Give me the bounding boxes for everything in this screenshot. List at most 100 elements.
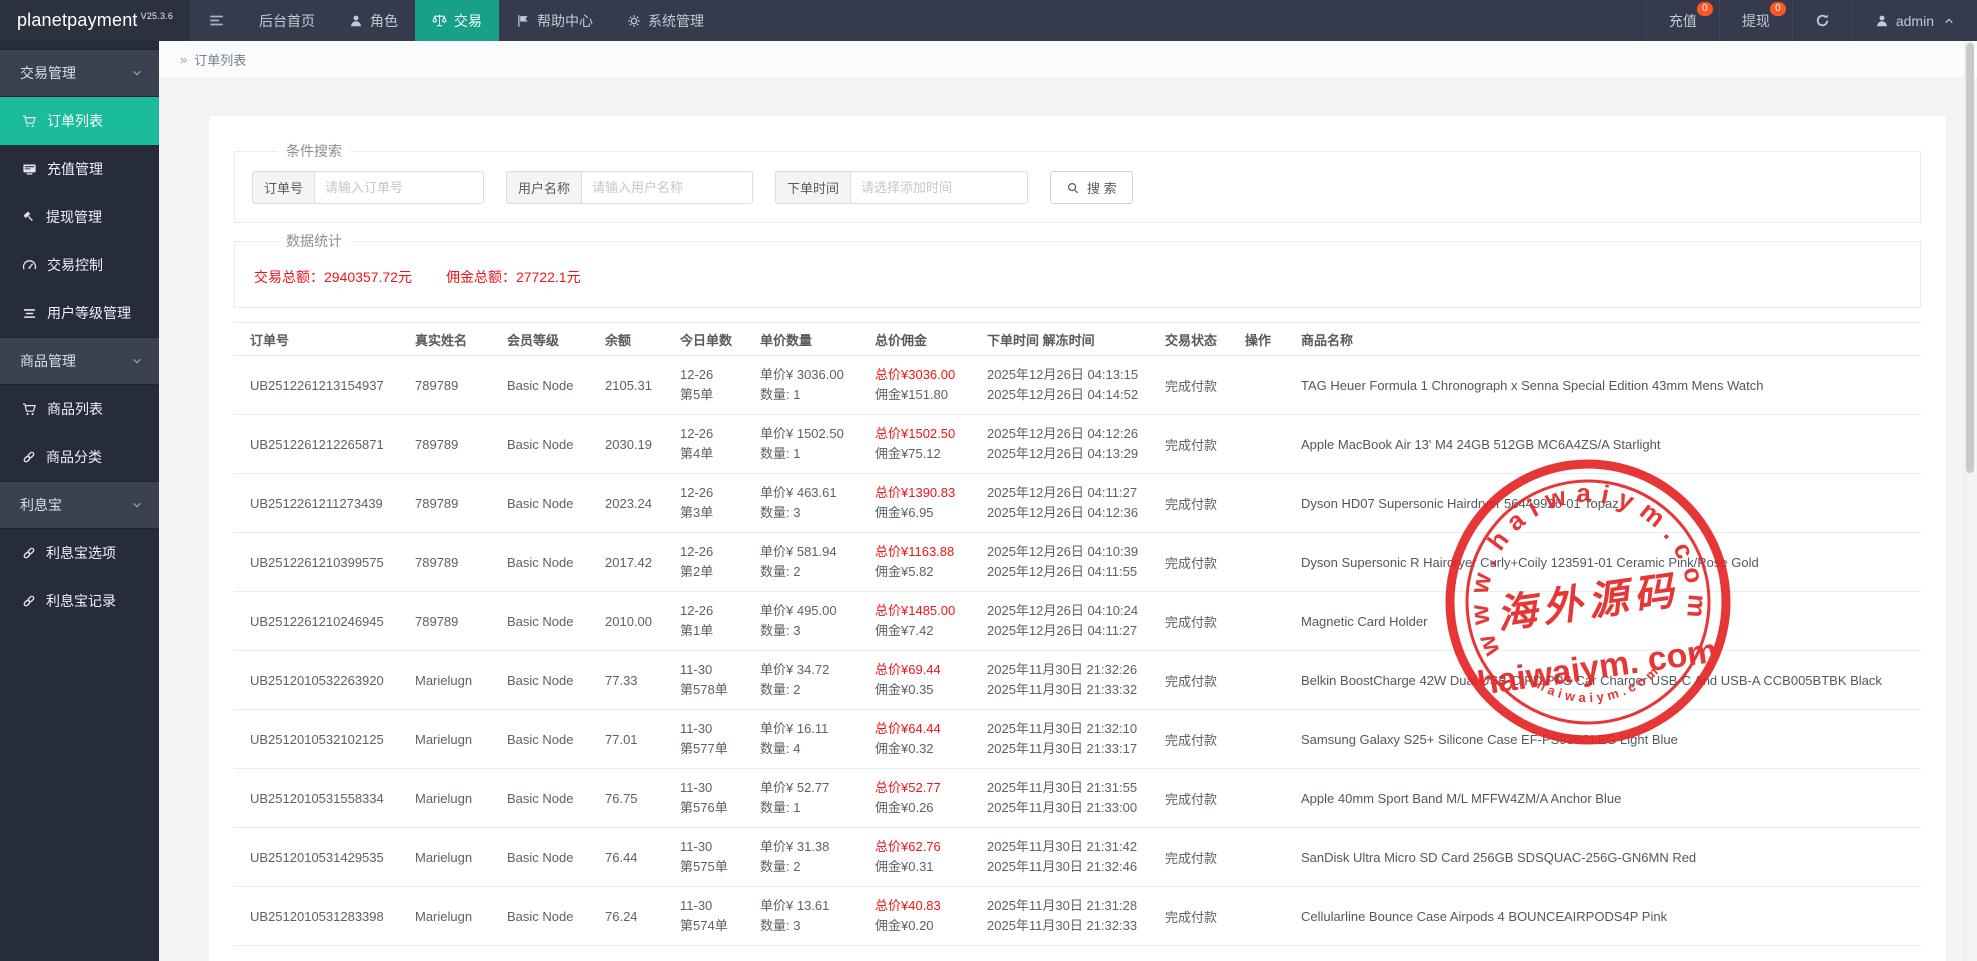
cell-order-no: UB2512261210246945 <box>234 614 415 629</box>
nav-menu: 后台首页 角色 交易 帮助中心 系统管理 <box>242 0 721 41</box>
search-button-label: 搜 索 <box>1087 178 1117 197</box>
sidebar-item[interactable]: 订单列表 <box>0 97 159 145</box>
link-icon <box>22 546 36 560</box>
order-no-input[interactable] <box>314 171 484 204</box>
cell-order-no: UB2512010532263920 <box>234 673 415 688</box>
column-header: 操作 <box>1245 330 1301 349</box>
sidebar-item-label: 商品分类 <box>46 447 102 467</box>
user-name: admin <box>1896 13 1934 29</box>
cell-price-qty: 单价¥ 3036.00 数量: 1 <box>760 365 875 405</box>
page-title: 订单列表 <box>194 50 246 69</box>
sidebar-item-label: 充值管理 <box>47 159 103 179</box>
sidebar-item[interactable]: 商品分类 <box>0 433 159 481</box>
cell-day-count: 12-26 第3单 <box>680 483 760 523</box>
search-button[interactable]: 搜 索 <box>1050 171 1133 204</box>
main-content: » 订单列表 条件搜索 订单号 用户名称 下单时间 <box>159 41 1977 961</box>
cell-real-name: Marielugn <box>415 850 507 865</box>
cell-status: 完成付款 <box>1165 435 1245 454</box>
sidebar-item[interactable]: 利息宝记录 <box>0 577 159 625</box>
cell-price-qty: 单价¥ 13.61 数量: 3 <box>760 896 875 936</box>
cell-total-commission: 总价¥1163.88 佣金¥5.82 <box>875 542 987 582</box>
cell-status: 完成付款 <box>1165 376 1245 395</box>
cell-balance: 2030.19 <box>605 437 680 452</box>
cell-real-name: Marielugn <box>415 732 507 747</box>
cell-times: 2025年11月30日 21:31:42 2025年11月30日 21:32:4… <box>987 837 1165 877</box>
sidebar-section-trade[interactable]: 交易管理 <box>0 49 159 97</box>
scrollbar-thumb[interactable] <box>1966 43 1974 473</box>
sidebar-item-label: 商品列表 <box>47 399 103 419</box>
column-header: 真实姓名 <box>415 330 507 349</box>
cell-times: 2025年11月30日 21:31:55 2025年11月30日 21:33:0… <box>987 778 1165 818</box>
cell-real-name: Marielugn <box>415 673 507 688</box>
cell-price-qty: 单价¥ 495.00 数量: 3 <box>760 601 875 641</box>
nav-item[interactable]: 交易 <box>415 0 499 41</box>
brand-version: V25.3.6 <box>141 11 173 21</box>
cell-product: Dyson HD07 Supersonic Hairdryer 56449926… <box>1301 496 1921 511</box>
sidebar-item[interactable]: 商品列表 <box>0 385 159 433</box>
cell-balance: 76.75 <box>605 791 680 806</box>
gear-icon <box>627 14 641 28</box>
column-header: 下单时间 解冻时间 <box>987 330 1165 349</box>
sidebar-item-label: 订单列表 <box>47 111 103 131</box>
cell-level: Basic Node <box>507 850 605 865</box>
withdraw-button[interactable]: 提现 0 <box>1719 0 1792 41</box>
sidebar-item[interactable]: 利息宝选项 <box>0 529 159 577</box>
cell-real-name: 789789 <box>415 378 507 393</box>
cart-icon <box>22 402 37 417</box>
sidebar-item-label: 利息宝记录 <box>46 591 116 611</box>
cell-status: 完成付款 <box>1165 671 1245 690</box>
table-row: UB2512010531558334 Marielugn Basic Node … <box>234 769 1921 828</box>
sidebar-section-interest[interactable]: 利息宝 <box>0 481 159 529</box>
orders-table: 订单号 真实姓名 会员等级 余额 今日单数 单价数量 总价佣金 下单时间 解冻时… <box>234 322 1921 961</box>
cell-status: 完成付款 <box>1165 730 1245 749</box>
recharge-button[interactable]: 充值 0 <box>1646 0 1719 41</box>
sidebar-item[interactable]: 提现管理 <box>0 193 159 241</box>
cell-total-commission: 总价¥1390.83 佣金¥6.95 <box>875 483 987 523</box>
cell-day-count: 11-30 第575单 <box>680 837 760 877</box>
sidebar-toggle-button[interactable] <box>190 0 242 41</box>
search-panel: 条件搜索 订单号 用户名称 下单时间 搜 索 <box>234 141 1921 223</box>
order-time-input[interactable] <box>850 171 1028 204</box>
cell-total-commission: 总价¥1502.50 佣金¥75.12 <box>875 424 987 464</box>
cell-price-qty: 单价¥ 34.72 数量: 2 <box>760 660 875 700</box>
sidebar-items-trade: 订单列表 充值管理 提现管理 交易控制 用户等级管理 <box>0 97 159 337</box>
cell-price-qty: 单价¥ 581.94 数量: 2 <box>760 542 875 582</box>
search-icon <box>1066 181 1080 195</box>
sidebar-item-label: 交易控制 <box>47 255 103 275</box>
stats-legend: 数据统计 <box>278 231 350 251</box>
cell-day-count: 12-26 第2单 <box>680 542 760 582</box>
cell-times: 2025年12月26日 04:12:26 2025年12月26日 04:13:2… <box>987 424 1165 464</box>
cell-price-qty: 单价¥ 1502.50 数量: 1 <box>760 424 875 464</box>
refresh-button[interactable] <box>1792 0 1852 41</box>
user-name-input[interactable] <box>581 171 753 204</box>
breadcrumb-marker: » <box>180 52 187 67</box>
nav-item[interactable]: 系统管理 <box>610 0 721 41</box>
sidebar-section-goods[interactable]: 商品管理 <box>0 337 159 385</box>
table-row: UB2512010531429535 Marielugn Basic Node … <box>234 828 1921 887</box>
cell-level: Basic Node <box>507 496 605 511</box>
user-menu[interactable]: admin <box>1852 0 1977 41</box>
sidebar-item[interactable]: 交易控制 <box>0 241 159 289</box>
cell-times: 2025年12月26日 04:11:27 2025年12月26日 04:12:3… <box>987 483 1165 523</box>
person-icon <box>349 14 363 28</box>
withdraw-badge: 0 <box>1770 2 1786 16</box>
sidebar-item[interactable]: 充值管理 <box>0 145 159 193</box>
cell-balance: 2105.31 <box>605 378 680 393</box>
nav-item[interactable]: 帮助中心 <box>499 0 610 41</box>
cell-order-no: UB2512010532102125 <box>234 732 415 747</box>
cell-total-commission: 总价¥40.83 佣金¥0.20 <box>875 896 987 936</box>
sidebar-item[interactable]: 用户等级管理 <box>0 289 159 337</box>
nav-right: 充值 0 提现 0 admin <box>1646 0 1977 41</box>
cell-order-no: UB2512010531558334 <box>234 791 415 806</box>
sidebar-item-label: 利息宝选项 <box>46 543 116 563</box>
sidebar: 交易管理 订单列表 充值管理 提现管理 交易控制 <box>0 41 159 961</box>
nav-item[interactable]: 后台首页 <box>242 0 332 41</box>
cell-level: Basic Node <box>507 909 605 924</box>
cell-times: 2025年12月26日 04:10:24 2025年12月26日 04:11:2… <box>987 601 1165 641</box>
column-header: 订单号 <box>234 330 415 349</box>
cell-real-name: 789789 <box>415 496 507 511</box>
cell-day-count: 11-30 第578单 <box>680 660 760 700</box>
sidebar-item-label: 用户等级管理 <box>47 303 131 323</box>
nav-item[interactable]: 角色 <box>332 0 415 41</box>
cell-level: Basic Node <box>507 555 605 570</box>
